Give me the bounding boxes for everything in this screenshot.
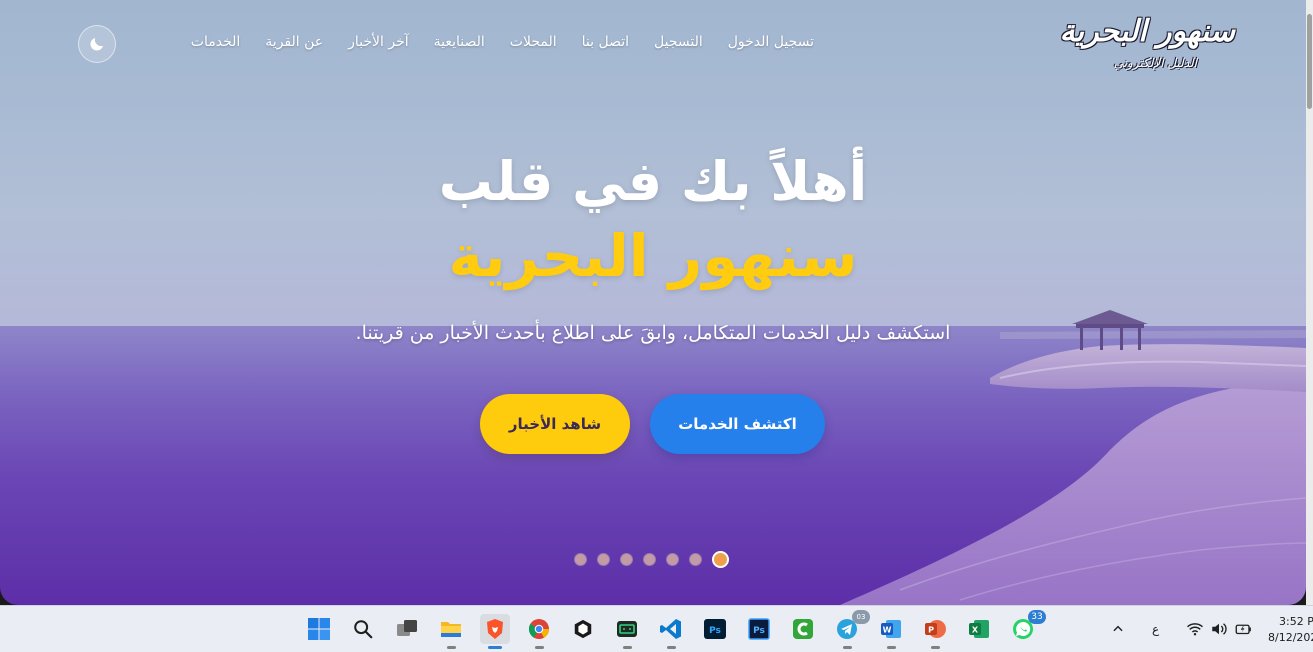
taskbar-vscode[interactable] (656, 614, 686, 649)
logo-subtitle: الدليل الإلكتروني (1113, 56, 1197, 70)
site-logo[interactable]: سنهور البحرية الدليل الإلكتروني (1060, 12, 1235, 74)
photoshop-alt-icon: Ps (748, 618, 770, 640)
svg-text:Ps: Ps (753, 626, 765, 636)
file-explorer-icon (441, 622, 461, 637)
brave-browser-icon (487, 619, 503, 639)
svg-text:W: W (883, 626, 892, 635)
carousel-dot[interactable] (712, 551, 729, 568)
running-indicator (887, 646, 896, 649)
windows-start-button[interactable] (304, 614, 334, 644)
telegram-badge: 03 (852, 610, 870, 624)
nav-item-register[interactable]: التسجيل (654, 34, 703, 50)
taskbar-whatsapp[interactable]: 33 (1008, 610, 1046, 644)
tray-battery[interactable] (1230, 614, 1256, 644)
chevron-up-icon (1113, 625, 1123, 632)
carousel-dot[interactable] (643, 553, 656, 566)
wifi-icon (1187, 623, 1203, 636)
running-indicator (447, 646, 456, 649)
hero-section: سنهور البحرية الدليل الإلكتروني الخدمات … (0, 0, 1306, 605)
carousel-dot[interactable] (666, 553, 679, 566)
nav-item-about-village[interactable]: عن القرية (265, 34, 323, 50)
taskbar-chrome[interactable] (524, 614, 554, 649)
taskbar-app-box[interactable] (568, 614, 598, 644)
excel-icon: X (969, 620, 989, 638)
active-indicator (488, 646, 502, 649)
taskbar-word[interactable]: W (876, 614, 906, 649)
carousel-dot[interactable] (574, 553, 587, 566)
task-view-icon (397, 620, 417, 636)
moon-icon (90, 38, 103, 51)
running-indicator (843, 646, 852, 649)
taskbar-photoshop[interactable]: Ps (700, 614, 730, 644)
top-navigation: سنهور البحرية الدليل الإلكتروني الخدمات … (0, 0, 1306, 90)
battery-plug-icon (1235, 624, 1251, 635)
logo-title: سنهور البحرية (1059, 14, 1235, 49)
terminal-app-icon (617, 621, 637, 637)
carousel-dot[interactable] (689, 553, 702, 566)
nav-item-craftsmen[interactable]: الصنايعية (434, 34, 485, 50)
tray-volume[interactable] (1206, 614, 1232, 644)
carousel-dot[interactable] (597, 553, 610, 566)
hero-title-line1: أهلاً بك في قلب (438, 150, 868, 213)
taskbar-brave-browser[interactable] (480, 614, 510, 649)
nav-item-contact[interactable]: اتصل بنا (582, 34, 629, 50)
language-indicator[interactable]: ع (1152, 622, 1159, 636)
taskbar-task-view[interactable] (392, 614, 422, 644)
view-news-button[interactable]: شاهد الأخبار (480, 394, 630, 454)
chrome-icon (528, 619, 550, 639)
svg-text:P: P (928, 626, 934, 635)
explore-services-button[interactable]: اكتشف الخدمات (650, 394, 825, 454)
taskbar-file-explorer[interactable] (436, 614, 466, 649)
svg-text:Ps: Ps (709, 626, 721, 636)
windows-taskbar: Ps Ps 03 W P X 33 ع 3:52 P 8/12/202 (0, 605, 1313, 652)
speaker-icon (1212, 623, 1227, 635)
whatsapp-badge: 33 (1028, 610, 1046, 624)
theme-toggle-button[interactable] (78, 25, 116, 63)
tray-overflow-button[interactable] (1104, 614, 1132, 644)
powerpoint-icon: P (925, 620, 946, 638)
taskbar-search-button[interactable] (348, 614, 378, 644)
page-scrollbar[interactable] (1306, 0, 1313, 605)
clock-time[interactable]: 3:52 P (1279, 615, 1313, 628)
photoshop-icon: Ps (704, 619, 726, 639)
hero-title-line2: سنهور البحرية (448, 222, 858, 290)
taskbar-camtasia[interactable] (788, 614, 818, 644)
app-box-icon (574, 619, 592, 639)
taskbar-terminal-app[interactable] (612, 614, 642, 649)
tray-network[interactable] (1182, 614, 1208, 644)
nav-item-shops[interactable]: المحلات (510, 34, 557, 50)
webpage-viewport: سنهور البحرية الدليل الإلكتروني الخدمات … (0, 0, 1306, 605)
running-indicator (535, 646, 544, 649)
clock-date[interactable]: 8/12/202 (1268, 631, 1313, 644)
scrollbar-thumb[interactable] (1307, 14, 1312, 109)
running-indicator (623, 646, 632, 649)
taskbar-photoshop-alt[interactable]: Ps (744, 614, 774, 644)
running-indicator (931, 646, 940, 649)
word-icon: W (881, 620, 901, 638)
svg-text:X: X (972, 626, 979, 635)
taskbar-excel[interactable]: X (964, 614, 994, 644)
nav-item-services[interactable]: الخدمات (191, 34, 241, 50)
vscode-icon (660, 619, 681, 639)
hero-subtitle: استكشف دليل الخدمات المتكامل، وابقَ على … (355, 322, 951, 344)
main-menu: الخدمات عن القرية آخر الأخبار الصنايعية … (191, 34, 814, 50)
running-indicator (667, 646, 676, 649)
nav-item-login[interactable]: تسجيل الدخول (728, 34, 814, 50)
search-icon (354, 620, 373, 639)
taskbar-powerpoint[interactable]: P (920, 614, 950, 649)
taskbar-telegram[interactable]: 03 (832, 610, 870, 649)
carousel-dot[interactable] (620, 553, 633, 566)
camtasia-icon (793, 619, 813, 639)
windows-start-icon (308, 618, 330, 640)
nav-item-latest-news[interactable]: آخر الأخبار (348, 34, 409, 50)
shoreline-illustration (840, 310, 1306, 605)
